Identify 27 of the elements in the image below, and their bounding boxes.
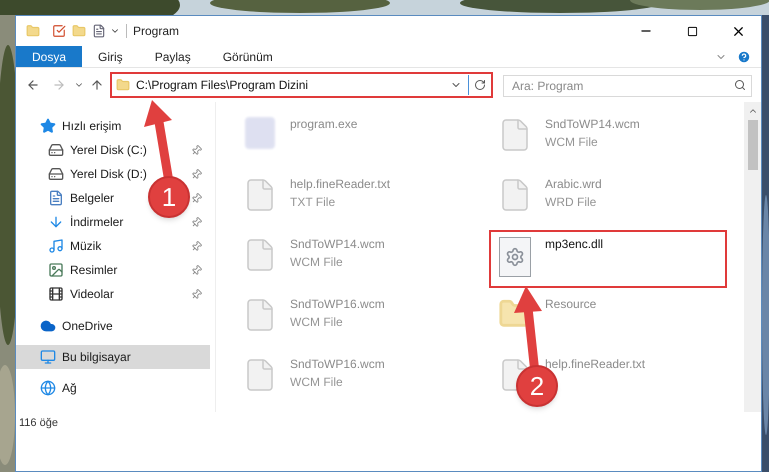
nav-item[interactable]: İndirmeler xyxy=(16,210,144,234)
file-type: WCM File xyxy=(290,254,344,271)
search-field[interactable]: Ara: Program xyxy=(503,75,752,97)
nav-item[interactable]: Belgeler xyxy=(16,186,144,210)
ribbon-tab[interactable]: Dosya xyxy=(16,46,82,67)
window-title: Program xyxy=(133,23,180,40)
nav-item[interactable]: Resimler xyxy=(16,258,144,282)
file-type: WCM File xyxy=(545,134,599,151)
highlighted-file[interactable]: mp3enc.dll xyxy=(489,230,727,288)
address-bar[interactable]: C:\Program Files\Program Dizini xyxy=(110,72,493,98)
nav-item[interactable]: Müzik xyxy=(16,234,144,258)
nav-item[interactable]: OneDrive xyxy=(16,314,144,338)
nav-item[interactable]: Hızlı erişim xyxy=(16,114,144,138)
file-type: TXT File xyxy=(290,194,336,211)
file-type: WCM File xyxy=(290,374,344,391)
nav-item[interactable]: Videolar xyxy=(16,282,144,306)
nav-item[interactable]: Bu bilgisayar xyxy=(16,345,210,369)
file-type: WCM File xyxy=(290,314,344,331)
nav-item[interactable]: Yerel Disk (D:) xyxy=(16,162,144,186)
nav-item[interactable]: Yerel Disk (C:) xyxy=(16,138,144,162)
file-name[interactable]: mp3enc.dll xyxy=(545,235,604,253)
file-type: WRD File xyxy=(545,194,598,211)
ribbon-tab[interactable]: Paylaş xyxy=(138,46,207,67)
ribbon-tab[interactable]: Giriş xyxy=(82,46,139,67)
nav-item[interactable]: Ağ xyxy=(16,376,144,400)
ribbon-tab[interactable]: Görünüm xyxy=(206,46,289,67)
item-count: 116 öğe xyxy=(19,416,58,431)
